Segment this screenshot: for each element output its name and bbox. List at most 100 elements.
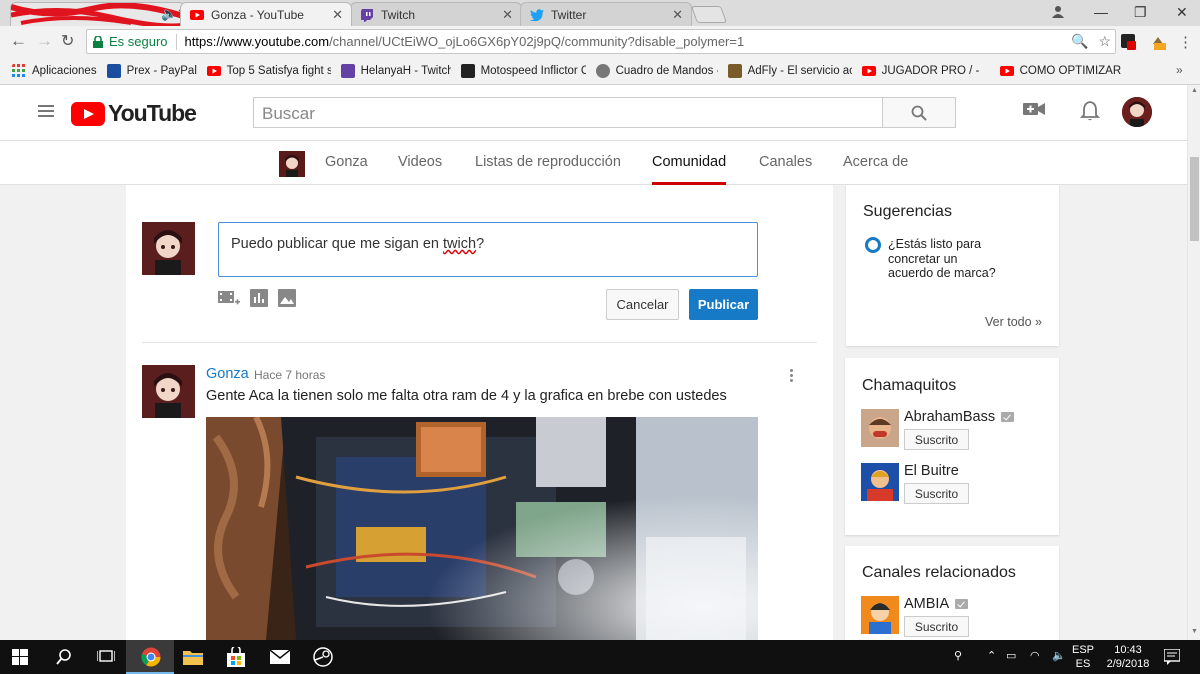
bookmark-motospeed[interactable]: Motospeed Inflictor C <box>460 64 586 78</box>
channel-name[interactable]: El Buitre <box>904 463 959 479</box>
language-bottom: ES <box>1075 658 1091 670</box>
page-scrollbar[interactable]: ▲ ▼ <box>1187 85 1200 640</box>
post-timestamp[interactable]: Hace 7 horas <box>254 368 325 382</box>
poll-icon[interactable] <box>250 289 268 307</box>
video-add-icon[interactable] <box>218 289 240 307</box>
channel-row: AbrahamBass Suscrito <box>861 409 1051 450</box>
scroll-down-icon[interactable]: ▼ <box>1191 628 1198 635</box>
back-icon[interactable]: ← <box>10 31 27 51</box>
more-bookmarks-icon[interactable]: » <box>1176 63 1183 77</box>
browser-tab-twitter[interactable]: Twitter ✕ <box>520 2 692 26</box>
bookmark-top5[interactable]: Top 5 Satisfya fight sc <box>206 64 331 78</box>
bookmark-jugador[interactable]: JUGADOR PRO / - <box>861 64 990 78</box>
subscribed-button[interactable]: Suscrito <box>904 429 969 450</box>
windows-start-icon[interactable] <box>12 649 28 668</box>
subscribed-button[interactable]: Suscrito <box>904 483 969 504</box>
channel-name[interactable]: AbrahamBass <box>904 409 995 425</box>
bookmark-label: Motospeed Inflictor C <box>480 65 586 77</box>
tab-playlists[interactable]: Listas de reproducción <box>475 154 621 170</box>
close-icon[interactable]: ✕ <box>672 7 683 23</box>
channel-thumbnail[interactable] <box>861 409 899 447</box>
channel-thumbnail[interactable] <box>861 463 899 501</box>
language-indicator[interactable]: ESP ES <box>1072 643 1094 671</box>
restore-icon[interactable]: ❐ <box>1134 4 1147 21</box>
clock-time: 10:43 <box>1114 644 1142 656</box>
windows-taskbar: ⚲ ⌃ ▭ ◠ 🔈 ESP ES 10:43 2/9/2018 <box>0 640 1200 674</box>
reload-icon[interactable]: ↻ <box>61 31 74 51</box>
post-composer-input[interactable]: Puedo publicar que me sigan en twich? <box>218 222 758 277</box>
youtube-logo[interactable]: YouTube <box>71 100 197 127</box>
notifications-icon[interactable] <box>1163 648 1181 668</box>
search-icon[interactable] <box>56 648 72 669</box>
card-title: Sugerencias <box>863 203 952 220</box>
bookmark-helanyah[interactable]: HelanyaH - Twitch <box>340 64 451 78</box>
system-clock[interactable]: 10:43 2/9/2018 <box>1098 643 1158 671</box>
tab-about[interactable]: Acerca de <box>843 154 908 170</box>
profile-icon[interactable] <box>1051 4 1065 21</box>
see-all-link[interactable]: Ver todo » <box>985 315 1042 329</box>
browser-tab-youtube[interactable]: Gonza - YouTube ✕ <box>180 2 352 26</box>
zoom-icon[interactable]: 🔍 <box>1071 33 1088 49</box>
extension-icon[interactable] <box>1121 34 1136 50</box>
extension-off-icon[interactable] <box>1150 34 1166 50</box>
image-icon[interactable] <box>278 289 296 307</box>
bookmark-adfly[interactable]: AdFly - El servicio acc <box>727 64 852 78</box>
publish-button[interactable]: Publicar <box>689 289 758 320</box>
file-explorer-icon[interactable] <box>183 649 203 668</box>
menu-icon[interactable]: ⋮ <box>1178 33 1193 51</box>
volume-icon[interactable]: 🔈 <box>1052 649 1066 662</box>
post-text: Gente Aca la tienen solo me falta otra r… <box>206 388 727 404</box>
battery-icon[interactable]: ▭ <box>1006 649 1016 662</box>
bookmark-prex[interactable]: Prex - PayPal <box>106 64 197 78</box>
scrollbar-thumb[interactable] <box>1190 157 1199 241</box>
new-tab-button[interactable] <box>690 6 728 23</box>
window-close-icon[interactable]: ✕ <box>1176 4 1188 21</box>
search-input[interactable]: Buscar <box>253 97 883 128</box>
channel-avatar[interactable] <box>279 151 305 177</box>
task-view-icon[interactable] <box>96 648 116 667</box>
logo-text: YouTube <box>108 100 197 126</box>
bookmark-optimizar[interactable]: COMO OPTIMIZAR FC <box>999 64 1122 78</box>
suggestion-item[interactable]: ¿Estás listo para concretar un acuerdo d… <box>888 237 998 281</box>
subscribed-button[interactable]: Suscrito <box>904 616 969 637</box>
post-author-name[interactable]: Gonza <box>206 366 249 382</box>
bookmark-apps[interactable]: Aplicaciones <box>12 64 97 78</box>
wifi-icon[interactable]: ◠ <box>1030 649 1040 662</box>
audio-icon: 🔈 <box>161 6 178 21</box>
people-icon[interactable]: ⚲ <box>954 649 962 662</box>
close-icon[interactable]: ✕ <box>332 7 343 23</box>
secure-indicator[interactable]: Es seguro <box>93 34 168 49</box>
close-icon[interactable]: ✕ <box>502 7 513 23</box>
store-icon[interactable] <box>227 645 245 670</box>
account-avatar[interactable] <box>1122 97 1152 127</box>
channel-thumbnail[interactable] <box>861 596 899 634</box>
steam-icon[interactable] <box>313 647 333 670</box>
hamburger-menu-icon[interactable] <box>38 105 54 120</box>
search-button[interactable] <box>883 97 956 128</box>
composer-text-end: ? <box>476 236 485 252</box>
channel-name[interactable]: AMBIA <box>904 596 949 612</box>
upload-video-icon[interactable] <box>1023 101 1045 120</box>
search-placeholder: Buscar <box>262 104 315 123</box>
scroll-up-icon[interactable]: ▲ <box>1191 87 1198 94</box>
apps-grid-icon <box>12 64 25 77</box>
address-bar[interactable]: Es seguro https://www.youtube.com/channe… <box>86 29 1116 54</box>
post-menu-icon[interactable] <box>790 369 794 384</box>
forward-icon[interactable]: → <box>36 31 53 51</box>
tray-chevron-icon[interactable]: ⌃ <box>987 649 996 662</box>
tab-gonza[interactable]: Gonza <box>325 154 368 170</box>
bookmark-cuadro[interactable]: Cuadro de Mandos - <box>595 64 718 78</box>
browser-tab-1[interactable]: 🔈 ✕ <box>10 2 188 27</box>
cancel-button[interactable]: Cancelar <box>606 289 679 320</box>
bookmark-star-icon[interactable]: ☆ <box>1098 33 1111 49</box>
post-author-avatar[interactable] <box>142 365 195 418</box>
bell-icon[interactable] <box>1079 100 1101 125</box>
tab-videos[interactable]: Videos <box>398 154 442 170</box>
tab-community[interactable]: Comunidad <box>652 154 726 170</box>
post-image-pc-interior[interactable] <box>206 417 758 640</box>
minimize-icon[interactable]: — <box>1094 4 1108 20</box>
tab-channels[interactable]: Canales <box>759 154 812 170</box>
browser-tab-twitch[interactable]: Twitch ✕ <box>350 2 522 26</box>
twitch-icon <box>340 64 355 78</box>
mail-icon[interactable] <box>269 649 291 667</box>
